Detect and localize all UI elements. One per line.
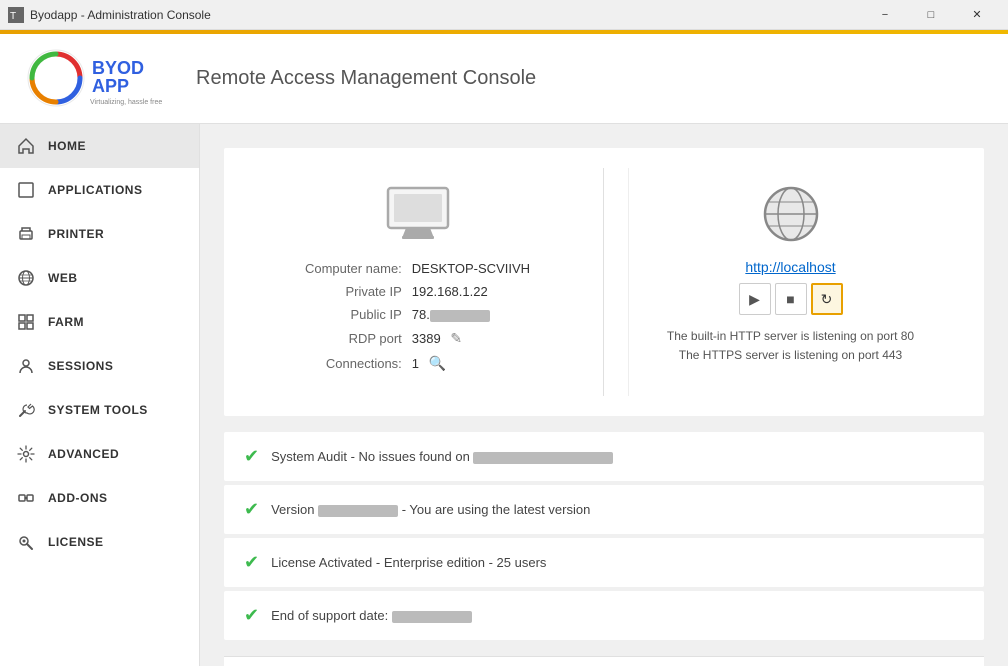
app-icon: T bbox=[8, 7, 24, 23]
audit-text: System Audit - No issues found on bbox=[271, 449, 613, 464]
license-icon bbox=[16, 532, 36, 552]
computer-info-table: Computer name: DESKTOP-SCVIIVH Private I… bbox=[303, 259, 532, 380]
status-item-support: ✔ End of support date: bbox=[224, 591, 984, 640]
status-item-audit: ✔ System Audit - No issues found on bbox=[224, 432, 984, 481]
sidebar-system-tools-label: SYSTEM TOOLS bbox=[48, 403, 148, 417]
support-text: End of support date: bbox=[271, 608, 472, 623]
check-icon-audit: ✔ bbox=[244, 446, 259, 467]
maximize-button[interactable]: □ bbox=[908, 0, 954, 30]
footer: English French German Spanish ▼ ? Help bbox=[224, 656, 984, 666]
sidebar-license-label: LICENSE bbox=[48, 535, 104, 549]
connections-label: Connections: bbox=[305, 355, 410, 378]
advanced-icon bbox=[16, 444, 36, 464]
sidebar-applications-label: APPLICATIONS bbox=[48, 183, 142, 197]
sidebar-item-farm[interactable]: FARM bbox=[0, 300, 199, 344]
sidebar-item-web[interactable]: WEB bbox=[0, 256, 199, 300]
web-icon bbox=[16, 268, 36, 288]
computer-icon bbox=[382, 184, 454, 247]
license-text: License Activated - Enterprise edition -… bbox=[271, 555, 546, 570]
system-tools-icon bbox=[16, 400, 36, 420]
sidebar-add-ons-label: ADD-ONS bbox=[48, 491, 108, 505]
header: BYOD APP Virtualizing, hassle free acces… bbox=[0, 34, 1008, 124]
svg-text:Virtualizing, hassle free acce: Virtualizing, hassle free access bbox=[90, 99, 164, 106]
private-ip-label: Private IP bbox=[305, 284, 410, 305]
start-server-button[interactable]: ▶ bbox=[739, 283, 771, 315]
check-icon-version: ✔ bbox=[244, 499, 259, 520]
stop-server-button[interactable]: ■ bbox=[775, 283, 807, 315]
farm-icon bbox=[16, 312, 36, 332]
https-status: The HTTPS server is listening on port 44… bbox=[667, 346, 914, 365]
svg-text:T: T bbox=[10, 11, 16, 22]
sidebar-item-add-ons[interactable]: ADD-ONS bbox=[0, 476, 199, 520]
sidebar-printer-label: PRINTER bbox=[48, 227, 104, 241]
computer-name-value: DESKTOP-SCVIIVH bbox=[412, 261, 530, 276]
svg-text:BYOD: BYOD bbox=[92, 58, 144, 78]
printer-icon bbox=[16, 224, 36, 244]
status-list: ✔ System Audit - No issues found on ✔ Ve… bbox=[224, 432, 984, 640]
private-ip-value: 192.168.1.22 bbox=[412, 284, 488, 299]
computer-panel: Computer name: DESKTOP-SCVIIVH Private I… bbox=[256, 168, 579, 396]
sidebar-home-label: HOME bbox=[48, 139, 86, 153]
public-ip-value: 78. bbox=[412, 307, 490, 322]
svg-text:APP: APP bbox=[92, 76, 129, 96]
server-controls: ▶ ■ ↻ bbox=[739, 283, 843, 315]
check-icon-support: ✔ bbox=[244, 605, 259, 626]
content-area: Computer name: DESKTOP-SCVIIVH Private I… bbox=[200, 124, 1008, 666]
restart-server-button[interactable]: ↻ bbox=[811, 283, 843, 315]
sidebar-item-advanced[interactable]: ADVANCED bbox=[0, 432, 199, 476]
sidebar-item-license[interactable]: LICENSE bbox=[0, 520, 199, 564]
sidebar: HOME APPLICATIONS PRINTER bbox=[0, 124, 200, 666]
server-info: The built-in HTTP server is listening on… bbox=[667, 327, 914, 365]
app-title: Remote Access Management Console bbox=[196, 67, 536, 90]
sessions-icon bbox=[16, 356, 36, 376]
titlebar: T Byodapp - Administration Console − □ ✕ bbox=[0, 0, 1008, 30]
public-ip-label: Public IP bbox=[305, 307, 410, 328]
logo: BYOD APP Virtualizing, hassle free acces… bbox=[24, 46, 164, 111]
sidebar-item-printer[interactable]: PRINTER bbox=[0, 212, 199, 256]
computer-name-label: Computer name: bbox=[305, 261, 410, 282]
window-controls: − □ ✕ bbox=[862, 0, 1000, 30]
check-icon-license: ✔ bbox=[244, 552, 259, 573]
sidebar-sessions-label: SESSIONS bbox=[48, 359, 113, 373]
sidebar-farm-label: FARM bbox=[48, 315, 84, 329]
applications-icon bbox=[16, 180, 36, 200]
sidebar-web-label: WEB bbox=[48, 271, 78, 285]
http-status: The built-in HTTP server is listening on… bbox=[667, 327, 914, 346]
sidebar-item-home[interactable]: HOME bbox=[0, 124, 199, 168]
close-button[interactable]: ✕ bbox=[954, 0, 1000, 30]
panel-divider bbox=[603, 168, 604, 396]
info-panels: Computer name: DESKTOP-SCVIIVH Private I… bbox=[224, 148, 984, 416]
home-icon bbox=[16, 136, 36, 156]
server-panel: http://localhost ▶ ■ ↻ The built-in HTTP… bbox=[628, 168, 952, 396]
connections-value: 1 bbox=[412, 356, 419, 371]
window-title: Byodapp - Administration Console bbox=[30, 8, 862, 22]
localhost-link[interactable]: http://localhost bbox=[745, 259, 835, 275]
sidebar-advanced-label: ADVANCED bbox=[48, 447, 119, 461]
edit-rdp-icon[interactable]: ✎ bbox=[450, 330, 462, 346]
logo-svg: BYOD APP Virtualizing, hassle free acces… bbox=[24, 46, 164, 111]
add-ons-icon bbox=[16, 488, 36, 508]
status-item-license: ✔ License Activated - Enterprise edition… bbox=[224, 538, 984, 587]
status-item-version: ✔ Version - You are using the latest ver… bbox=[224, 485, 984, 534]
main-layout: HOME APPLICATIONS PRINTER bbox=[0, 124, 1008, 666]
search-connections-icon[interactable]: 🔍 bbox=[429, 355, 446, 371]
sidebar-item-system-tools[interactable]: SYSTEM TOOLS bbox=[0, 388, 199, 432]
minimize-button[interactable]: − bbox=[862, 0, 908, 30]
rdp-port-label: RDP port bbox=[305, 330, 410, 353]
rdp-port-value: 3389 bbox=[412, 331, 441, 346]
sidebar-item-sessions[interactable]: SESSIONS bbox=[0, 344, 199, 388]
sidebar-item-applications[interactable]: APPLICATIONS bbox=[0, 168, 199, 212]
version-text: Version - You are using the latest versi… bbox=[271, 502, 590, 517]
server-globe-icon bbox=[755, 184, 827, 247]
